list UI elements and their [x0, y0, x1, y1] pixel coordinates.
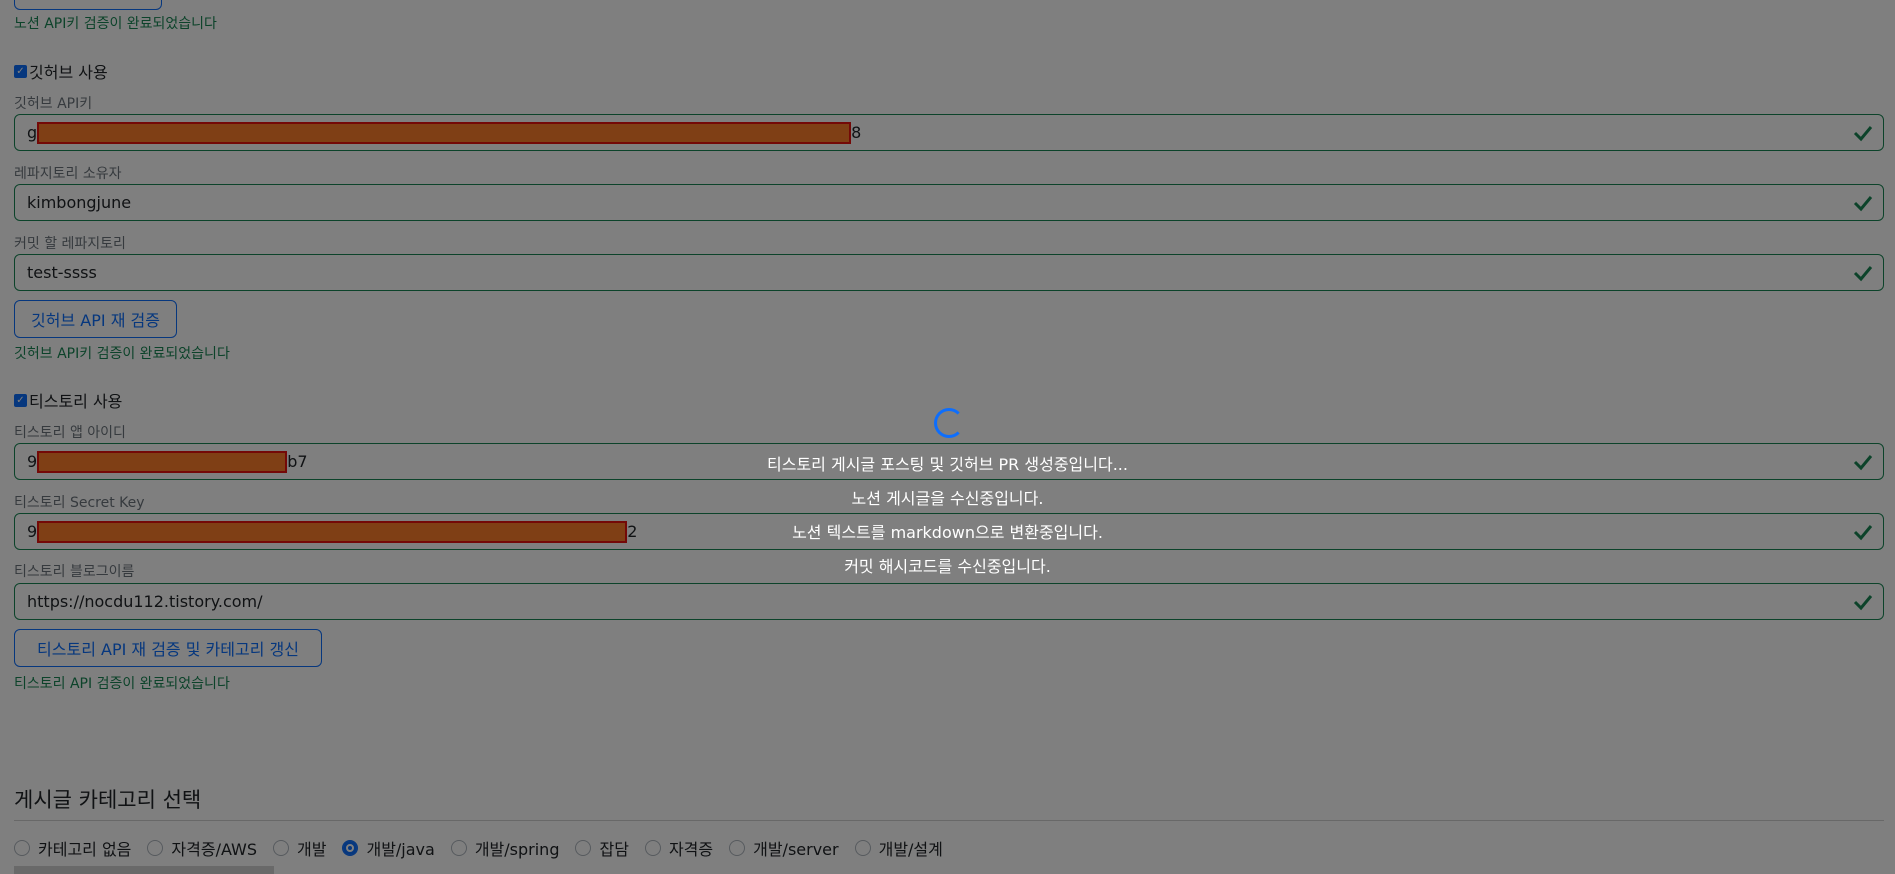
loading-messages: 티스토리 게시글 포스팅 및 깃허브 PR 생성중입니다... 노션 게시글을 … [0, 454, 1895, 590]
loading-message: 노션 텍스트를 markdown으로 변환중입니다. [792, 523, 1103, 542]
loading-message: 커밋 해시코드를 수신중입니다. [844, 557, 1051, 576]
loading-message: 노션 게시글을 수신중입니다. [851, 489, 1044, 508]
loading-overlay: 티스토리 게시글 포스팅 및 깃허브 PR 생성중입니다... 노션 게시글을 … [0, 0, 1895, 874]
loading-spinner-icon [934, 408, 964, 438]
loading-message: 티스토리 게시글 포스팅 및 깃허브 PR 생성중입니다... [767, 455, 1128, 474]
